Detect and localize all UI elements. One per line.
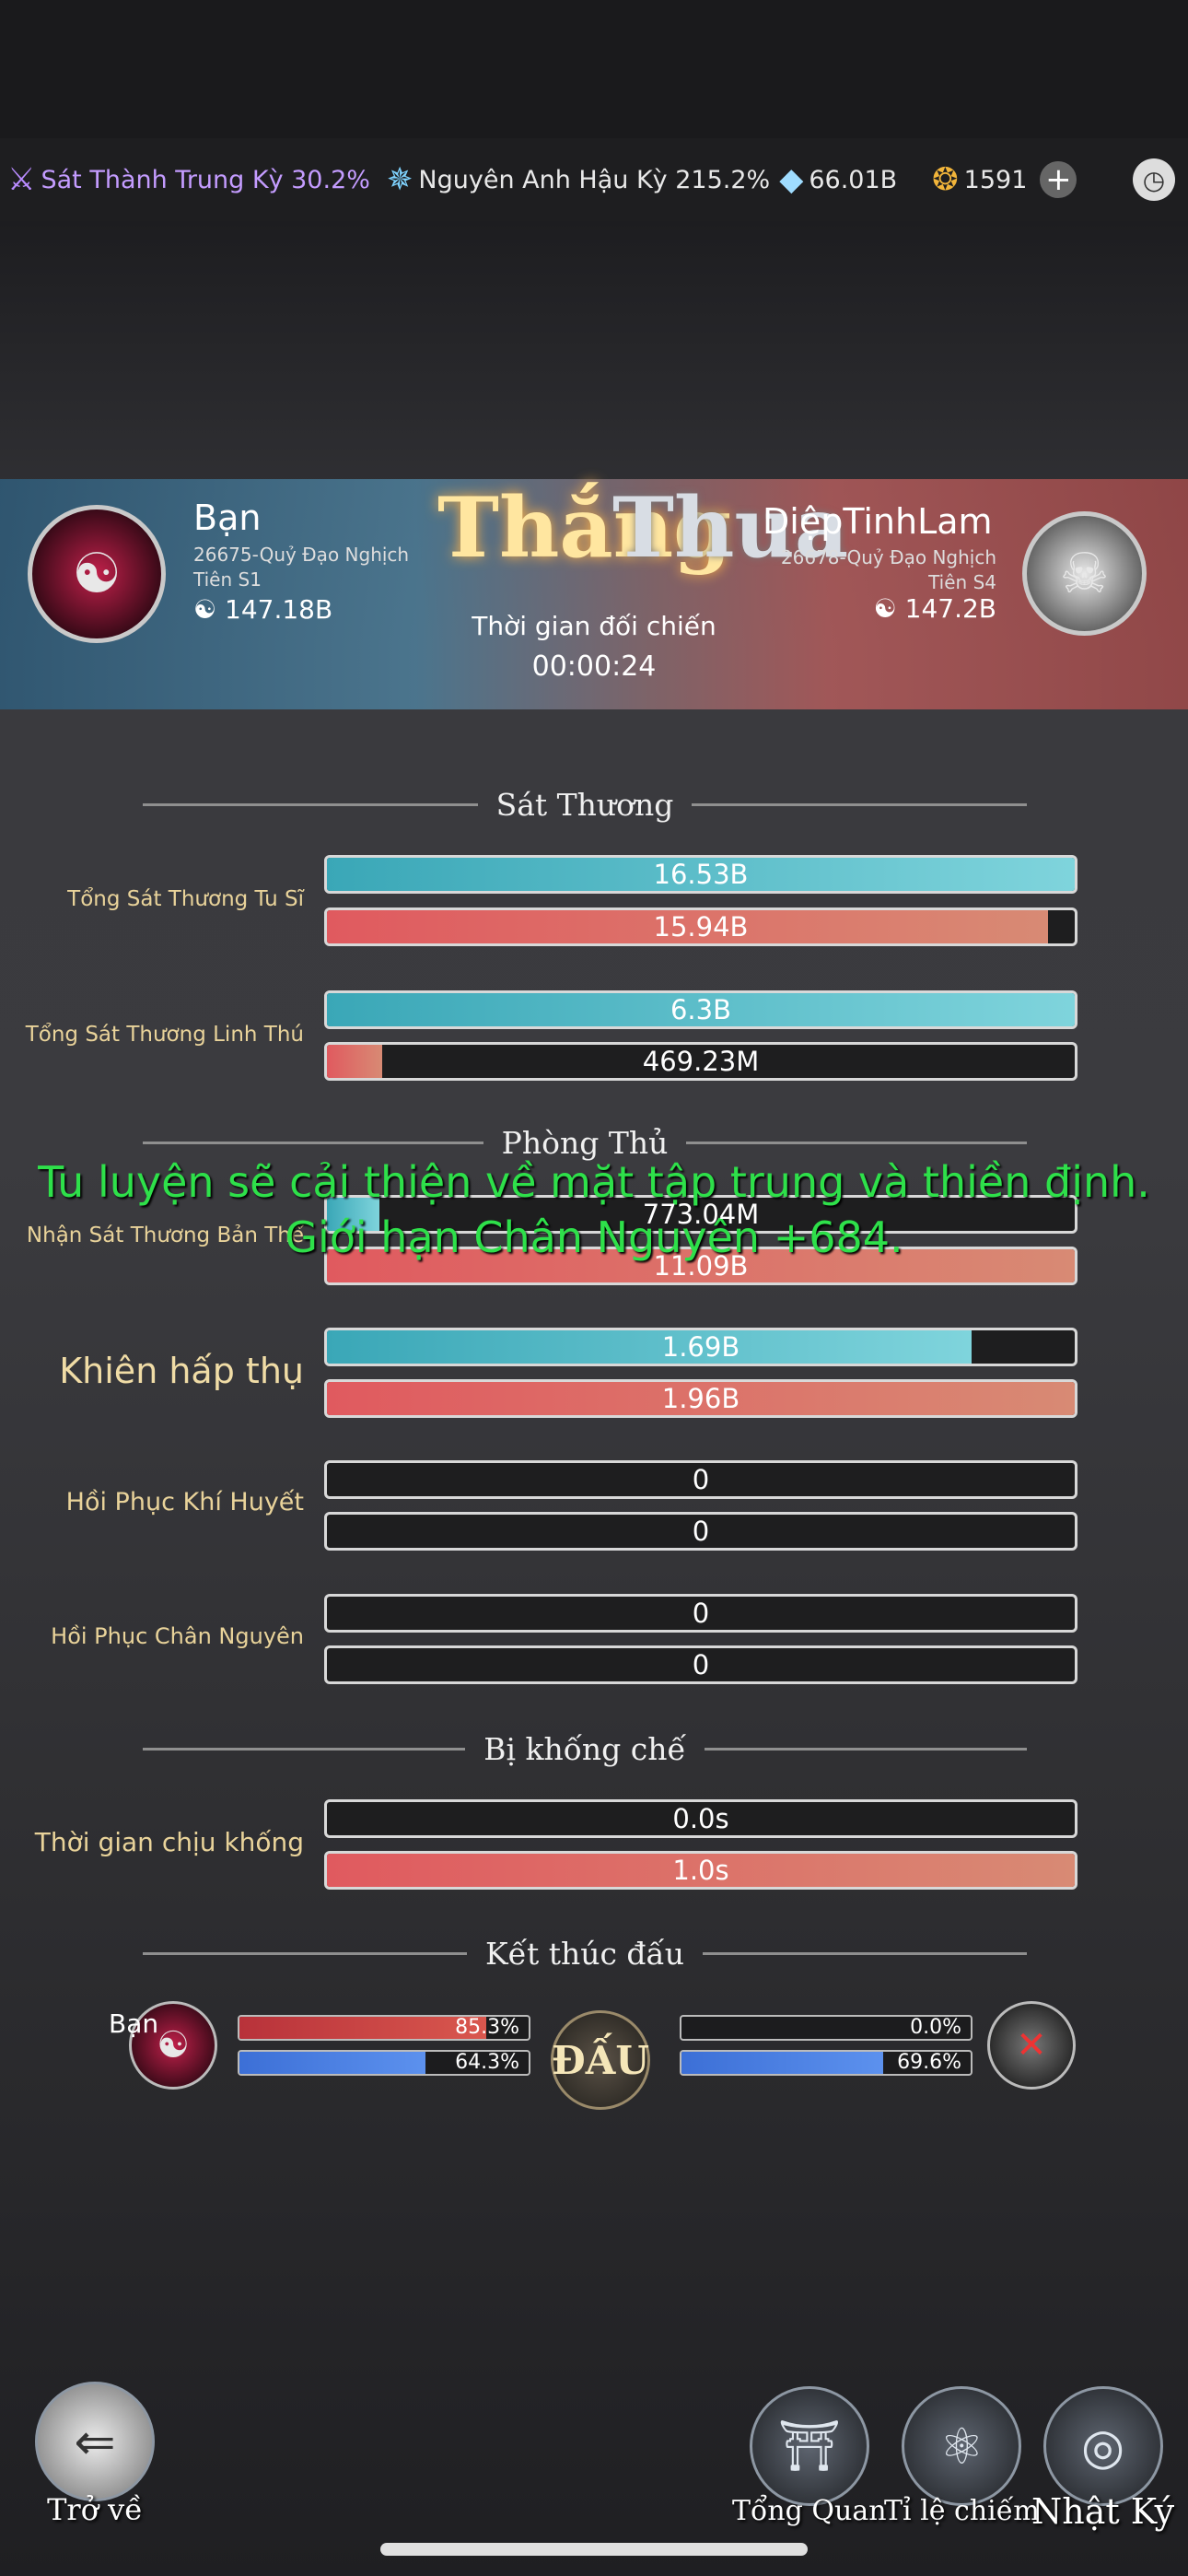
bar-value: 15.94B (653, 911, 749, 943)
player-hp-bar: 85.3% (238, 2015, 530, 2041)
bar-value: 6.3B (670, 994, 731, 1025)
realm1-text: Sát Thành Trung Kỳ 30.2% (41, 165, 370, 194)
realm2-text: Nguyên Anh Hậu Kỳ 215.2% (418, 165, 771, 194)
fight-button[interactable]: ĐẤU (551, 2010, 650, 2110)
player-bar-cc-time: 0.0s (324, 1799, 1077, 1838)
coin-icon: ❂ (932, 161, 959, 198)
bar-value: 469.23M (642, 1046, 760, 1077)
bar-value: 16.53B (653, 859, 749, 890)
crystal-icon: ◆ (779, 161, 804, 198)
battle-time-label: Thời gian đối chiến (472, 611, 716, 641)
enemy-bar-hp-heal: 0 (324, 1512, 1077, 1551)
end-enemy-avatar-defeated: ✕ (987, 2001, 1076, 2090)
player-bar-mana-heal: 0 (324, 1594, 1077, 1633)
back-arrow-icon: ⇐ (35, 2382, 155, 2501)
overview-icon: ⛩ (749, 2386, 869, 2506)
back-label: Trở về (47, 2492, 143, 2527)
section-control: Bị khống chế (124, 1726, 1045, 1772)
log-button[interactable]: ◎ Nhật Ký (1031, 2386, 1174, 2532)
player-server: 26675-Quỷ Đạo Nghịch (193, 544, 410, 566)
coin-value: 1591 (963, 165, 1028, 194)
player-name: Bạn (193, 498, 262, 538)
player-bar-cultivator-damage: 16.53B (324, 855, 1077, 894)
bar-fill (681, 2052, 883, 2074)
enemy-server: 26678-Quỷ Đạo Nghịch (780, 546, 996, 568)
coin-item[interactable]: ❂ 1591 + (932, 161, 1077, 198)
bar-value: 0 (692, 1649, 710, 1680)
stat-label-shield: Khiên hấp thụ (59, 1351, 304, 1391)
home-indicator[interactable] (380, 2543, 808, 2556)
player-bar-hp-heal: 0 (324, 1460, 1077, 1499)
enemy-hp-value: 0.0% (910, 2016, 961, 2039)
ratio-icon: ⚛ (902, 2386, 1022, 2506)
enemy-name: DiệpTinhLam (763, 501, 993, 542)
bar-fill (239, 2052, 425, 2074)
player-bar-damage-taken: 773.04M (324, 1195, 1077, 1234)
bar-value: 0 (692, 1464, 710, 1495)
log-label: Nhật Ký (1031, 2491, 1175, 2532)
back-button[interactable]: ⇐ Trở về (35, 2382, 155, 2527)
player-mp-value: 64.3% (455, 2051, 519, 2074)
bar-value: 1.69B (661, 1331, 740, 1363)
player-bar-beast-damage: 6.3B (324, 990, 1077, 1029)
player-mp-bar: 64.3% (238, 2050, 530, 2076)
realm2-item[interactable]: ✵ Nguyên Anh Hậu Kỳ 215.2% (387, 161, 770, 198)
resource-bar: ⚔ Sát Thành Trung Kỳ 30.2% ✵ Nguyên Anh … (0, 138, 1188, 221)
enemy-hp-bar: 0.0% (680, 2015, 973, 2041)
realm1-item[interactable]: ⚔ Sát Thành Trung Kỳ 30.2% (7, 161, 370, 198)
bar-fill (239, 2017, 486, 2039)
top-decor (0, 0, 1188, 138)
log-icon: ◎ (1042, 2386, 1163, 2506)
stat-label-beast-damage: Tổng Sát Thương Linh Thú (25, 1023, 304, 1047)
enemy-bar-damage-taken: 11.09B (324, 1247, 1077, 1285)
stat-label-cultivator-damage: Tổng Sát Thương Tu Sĩ (67, 887, 304, 911)
enemy-server-line2: Tiên S4 (928, 571, 996, 593)
crystal-item[interactable]: ◆ 66.01B (779, 161, 897, 198)
crystal-value: 66.01B (809, 165, 898, 194)
ratio-label: Tỉ lệ chiếm (884, 2495, 1040, 2527)
stat-label-hp-heal: Hồi Phục Khí Huyết (65, 1488, 304, 1516)
player-server-line2: Tiên S1 (193, 568, 262, 591)
enemy-bar-cultivator-damage: 15.94B (324, 907, 1077, 946)
bar-value: 0 (692, 1598, 710, 1629)
enemy-bar-mana-heal: 0 (324, 1645, 1077, 1684)
stat-label-cc-time: Thời gian chịu khống (34, 1827, 304, 1857)
bar-value: 0.0s (672, 1803, 729, 1834)
enemy-bar-cc-time: 1.0s (324, 1851, 1077, 1890)
battle-time-value: 00:00:24 (531, 650, 657, 683)
bar-value: 1.0s (672, 1855, 729, 1886)
realm-sword-icon: ⚔ (7, 161, 36, 198)
stat-label-mana-heal: Hồi Phục Chân Nguyên (51, 1623, 304, 1649)
player-hp-value: 85.3% (455, 2016, 519, 2039)
bar-value: 773.04M (642, 1199, 760, 1230)
enemy-mp-bar: 69.6% (680, 2050, 973, 2076)
overview-button[interactable]: ⛩ Tổng Quan (732, 2386, 887, 2527)
ratio-button[interactable]: ⚛ Tỉ lệ chiếm (884, 2386, 1040, 2527)
enemy-bar-beast-damage: 469.23M (324, 1042, 1077, 1081)
section-damage: Sát Thương (124, 781, 1045, 827)
bar-value: 1.96B (661, 1383, 740, 1414)
bar-value: 0 (692, 1516, 710, 1547)
enemy-bar-shield: 1.96B (324, 1379, 1077, 1418)
clock-icon[interactable]: ◷ (1133, 158, 1175, 201)
add-coin-button[interactable]: + (1040, 161, 1077, 198)
section-end: Kết thúc đấu (124, 1930, 1045, 1976)
player-bar-shield: 1.69B (324, 1328, 1077, 1366)
bar-value: 11.09B (653, 1250, 749, 1282)
enemy-mp-value: 69.6% (897, 2051, 961, 2074)
end-player-label: Bạn (109, 2008, 159, 2039)
fan-icon: ✵ (386, 161, 413, 198)
overview-label: Tổng Quan (732, 2495, 887, 2527)
